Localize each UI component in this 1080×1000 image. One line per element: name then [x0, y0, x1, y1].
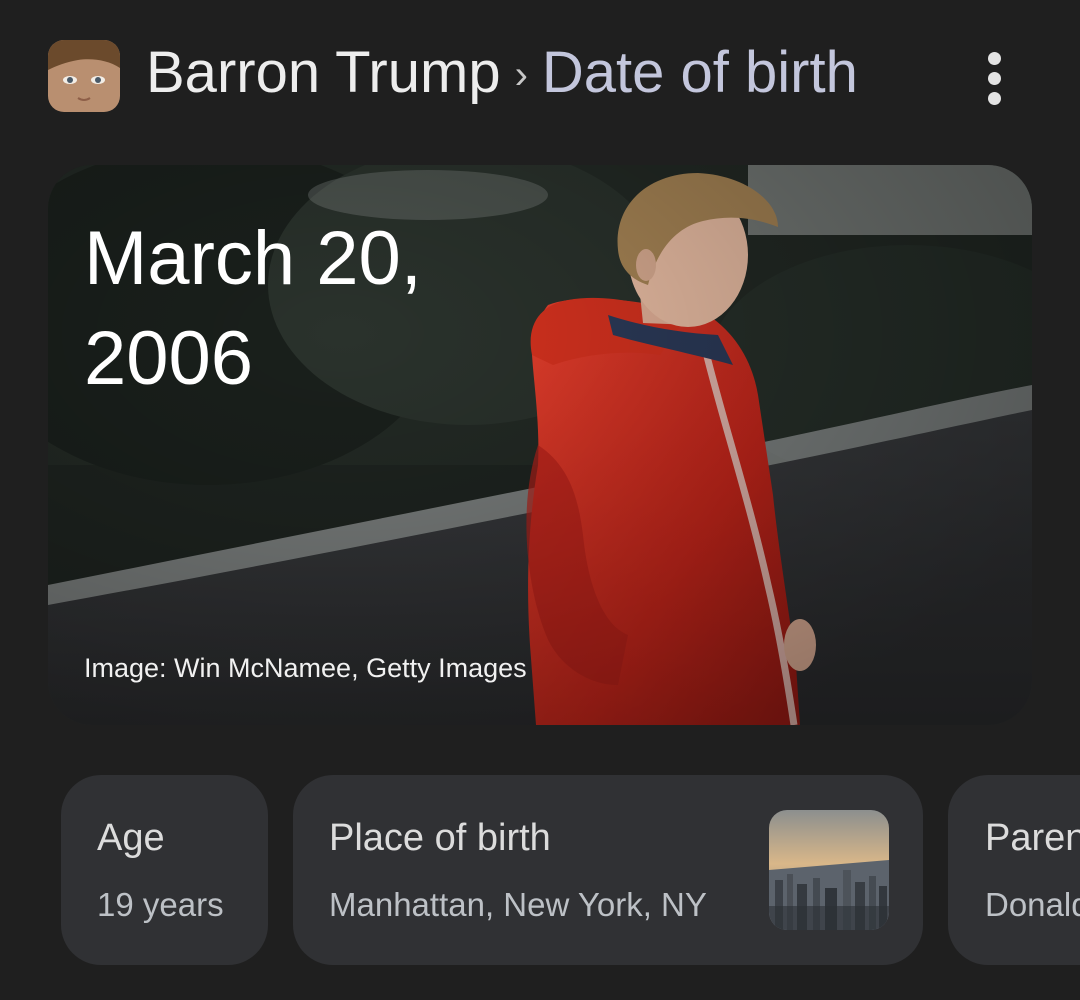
chip-label: Age	[97, 817, 165, 859]
chip-place-of-birth[interactable]: Place of birth Manhattan, New York, NY	[293, 775, 923, 965]
avatar-image	[48, 40, 120, 112]
chip-value: Manhattan, New York, NY	[329, 886, 707, 923]
more-vert-icon[interactable]	[966, 50, 1022, 106]
breadcrumb-entity[interactable]: Barron Trump	[146, 35, 501, 111]
image-credit: Image: Win McNamee, Getty Images	[84, 653, 527, 683]
chip-label: Parents	[985, 817, 1080, 859]
chip-age[interactable]: Age 19 years	[61, 775, 268, 965]
breadcrumb-attribute: Date of birth	[541, 40, 858, 105]
breadcrumb-separator-icon: ›	[514, 53, 528, 97]
chip-parents[interactable]: Parents Donald Trump	[948, 775, 1080, 965]
city-skyline-thumbnail-icon	[769, 810, 889, 930]
chip-value: Donald Trump	[985, 886, 1080, 923]
header: Barron Trump › Date of birth	[48, 38, 1050, 114]
hero-date: March 20, 2006	[84, 216, 422, 401]
breadcrumb: Barron Trump › Date of birth	[146, 35, 858, 117]
chip-value: 19 years	[97, 886, 224, 923]
avatar[interactable]	[48, 40, 120, 112]
hero-card[interactable]: March 20, 2006 Image: Win McNamee, Getty…	[48, 165, 1032, 725]
page: Barron Trump › Date of birth March 20, 2…	[0, 0, 1080, 1000]
chip-label: Place of birth	[329, 817, 551, 859]
